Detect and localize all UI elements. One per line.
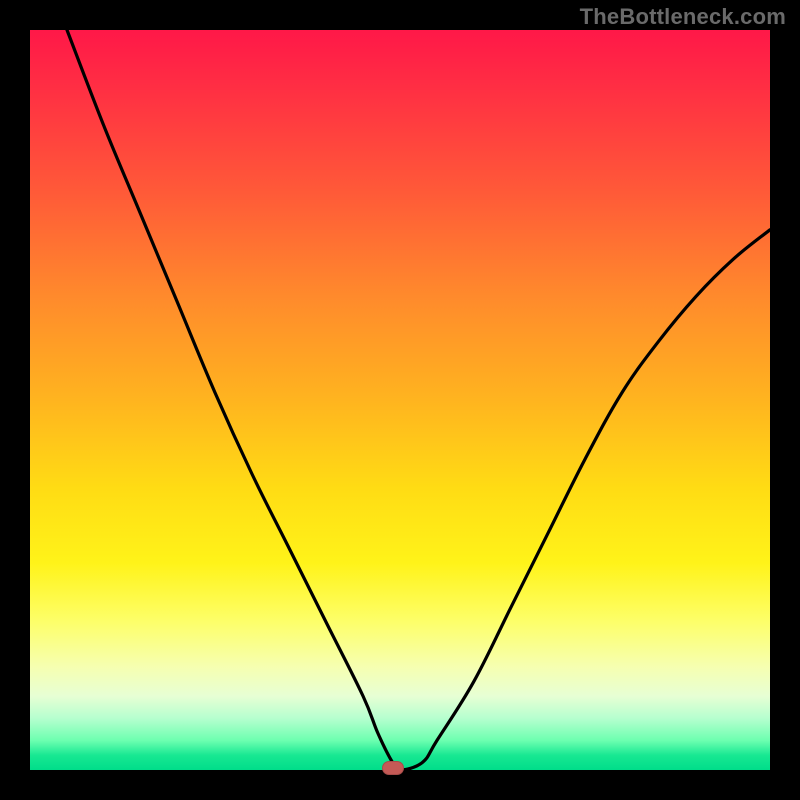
plot-area <box>30 30 770 770</box>
bottleneck-curve-path <box>67 30 770 770</box>
curve-svg <box>30 30 770 770</box>
chart-frame: TheBottleneck.com <box>0 0 800 800</box>
watermark-text: TheBottleneck.com <box>580 4 786 30</box>
optimum-marker <box>382 761 404 775</box>
